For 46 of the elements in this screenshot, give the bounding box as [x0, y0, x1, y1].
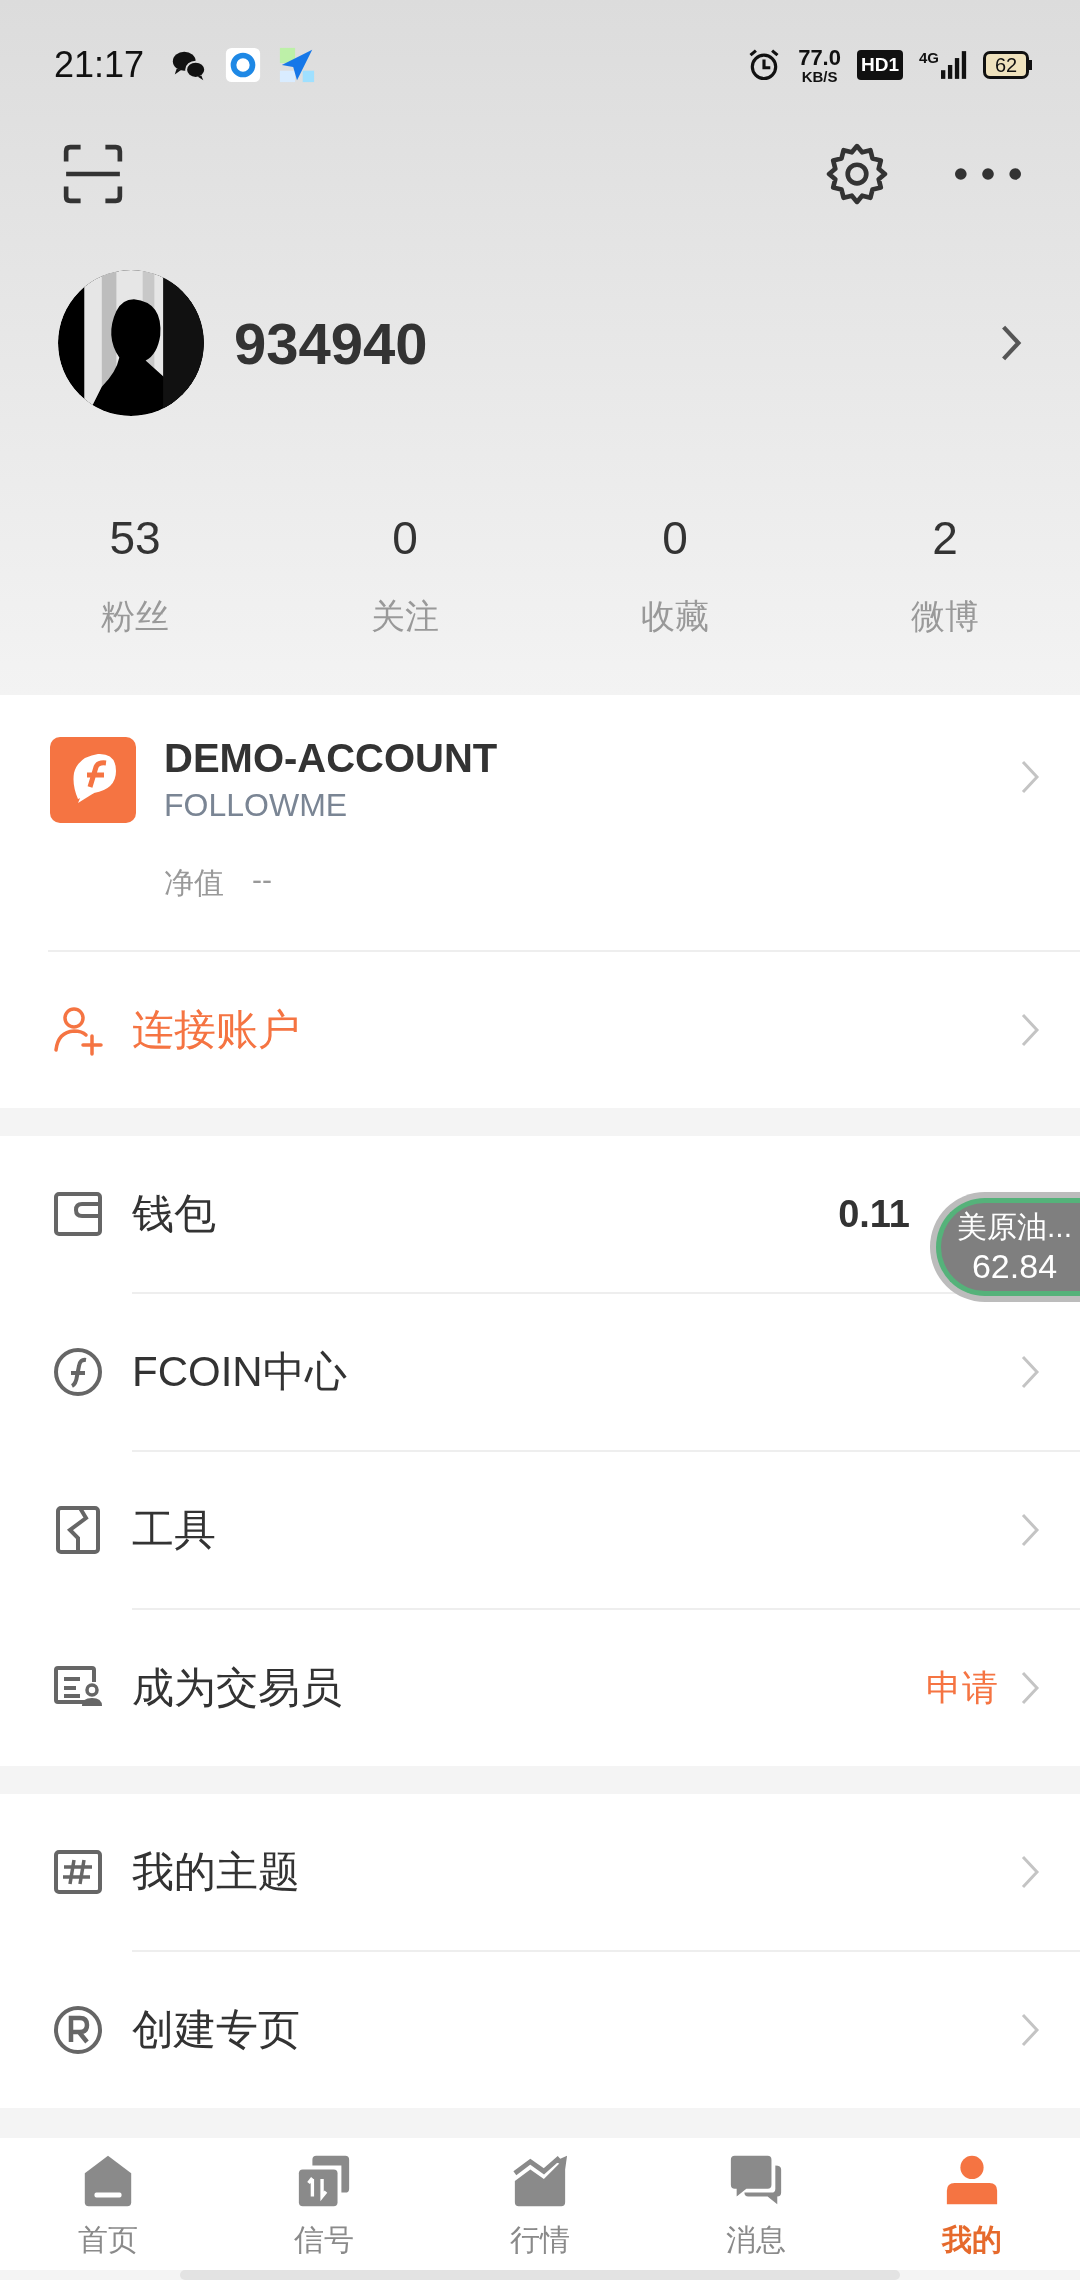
account-name: DEMO-ACCOUNT — [164, 735, 499, 781]
app-logo-icon — [50, 737, 136, 823]
add-user-icon[interactable] — [52, 1004, 104, 1056]
connect-account-link[interactable]: 连接账户 — [132, 1002, 1020, 1058]
scan-icon[interactable] — [62, 143, 124, 205]
menu-item[interactable]: 我的主题 — [132, 1844, 300, 1900]
stat-count: 0 — [392, 515, 418, 561]
user-name[interactable]: 934940 — [234, 309, 1000, 377]
clock-time: 21:17 — [54, 44, 145, 86]
apply-link[interactable]: 申请 — [926, 1663, 998, 1713]
signal-bars-icon — [941, 49, 967, 81]
equity-value: -- — [252, 863, 272, 898]
broker-name: FOLLOWME — [164, 786, 349, 825]
menu-item[interactable]: FCOIN中心 — [132, 1344, 347, 1400]
ring-app-icon — [224, 46, 263, 84]
nav-tab[interactable]: 首页 — [0, 2138, 216, 2270]
nav-tab[interactable]: 我的 — [864, 2138, 1080, 2270]
quote-price: 62.84 — [971, 1246, 1058, 1286]
stat-label: 微博 — [911, 599, 979, 633]
stat-label: 粉丝 — [101, 599, 169, 633]
quote-name: 美原油... — [957, 1209, 1072, 1245]
hd-badge: HD1 — [856, 50, 903, 80]
chevron-right-icon[interactable] — [1000, 324, 1022, 362]
wallet-balance: 0.11 — [838, 1192, 910, 1236]
nav-tab[interactable]: 信号 — [216, 2138, 432, 2270]
stat-label: 收藏 — [641, 599, 709, 633]
menu-item[interactable]: 成为交易员 — [132, 1660, 342, 1716]
network-type: 4G — [919, 49, 939, 66]
battery-level: 62 — [994, 55, 1018, 75]
equity-label: 净值 — [164, 865, 224, 901]
network-speed: 77.0 — [798, 46, 841, 69]
stat-label: 关注 — [371, 599, 439, 633]
settings-icon[interactable] — [826, 143, 888, 205]
speed-unit: KB/S — [801, 68, 838, 84]
coin-icon — [52, 1346, 104, 1398]
stat-count: 0 — [662, 515, 688, 561]
more-icon[interactable] — [954, 167, 1022, 181]
nav-tab[interactable]: 行情 — [432, 2138, 648, 2270]
menu-item[interactable]: 钱包 — [132, 1186, 216, 1242]
stat-count: 53 — [109, 515, 161, 561]
stat-count: 2 — [932, 515, 958, 561]
nav-tab[interactable]: 消息 — [648, 2138, 864, 2270]
paper-plane-icon — [278, 46, 317, 84]
menu-item[interactable]: 工具 — [132, 1502, 216, 1558]
registered-icon — [52, 2004, 104, 2056]
menu-item[interactable]: 创建专页 — [132, 2002, 300, 2058]
